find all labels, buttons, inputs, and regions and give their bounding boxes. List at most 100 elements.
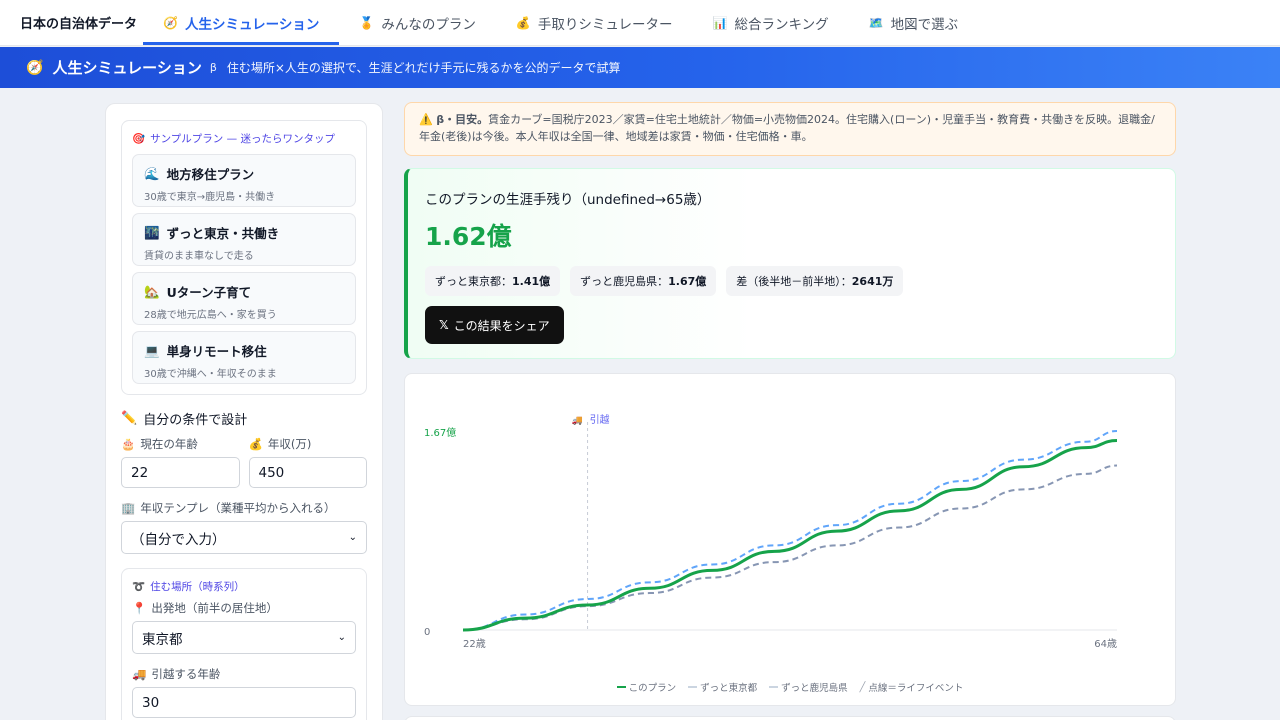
income-template-select[interactable]: （自分で入力） ⌄ (121, 521, 367, 554)
sample-plan-solo-remote[interactable]: 💻 単身リモート移住 30歳で沖縄へ・年収そのまま (132, 331, 356, 384)
wave-icon: 🌊 (144, 165, 160, 181)
money-bag-icon: 💰 (248, 437, 263, 451)
move-age-input[interactable] (132, 687, 356, 718)
residence-timeline: ➰ 住む場所（時系列） 📍 出発地（前半の居住地） 東京都 ⌄ 🚚 引越する年齢 (121, 568, 367, 720)
cake-icon: 🎂 (121, 437, 136, 451)
label-text: 年収テンプレ（業種平均から入れる） (140, 501, 336, 515)
tab-label: 人生シミュレーション (184, 16, 320, 33)
plan-title: 単身リモート移住 (166, 344, 267, 359)
series-line-2 (462, 430, 1118, 631)
data-notice: ⚠️ β・目安。賃金カーブ=国税庁2023／家賃=住宅土地統計／物価=小売物価2… (404, 102, 1176, 156)
pin-icon: 📍 (132, 601, 147, 615)
curly-loop-icon: ➰ (132, 581, 146, 593)
page-subtitle: 住む場所×人生の選択で、生涯どれだけ手元に残るかを公的データで試算 (226, 61, 621, 75)
timeline-title: 住む場所（時系列） (150, 581, 245, 593)
house-icon: 🏡 (144, 283, 160, 299)
target-icon: 🎯 (132, 133, 146, 145)
legend-item-life-event: ╱ 点線＝ライフイベント (860, 680, 964, 695)
sample-plan-tokyo-dual-income[interactable]: 🌃 ずっと東京・共働き 賃貸のまま車なしで走る (132, 213, 356, 266)
chip-label: ずっと東京都： (435, 275, 512, 288)
top-nav: 日本の自治体データ 🧭 人生シミュレーション 🏅 みんなのプラン 💰 手取りシミ… (0, 0, 1280, 46)
tab-everyones-plans[interactable]: 🏅 みんなのプラン (339, 0, 495, 45)
select-value: （自分で入力） (131, 531, 226, 548)
lifetime-chart-card: 1.67億 0 22歳 64歳 🚚 引越 このプラン ずっと東京都 ずっと鹿児島… (404, 373, 1176, 706)
legend-label: ずっと鹿児島県 (781, 683, 848, 694)
chevron-down-icon: ⌄ (337, 632, 346, 643)
age-input[interactable] (121, 457, 240, 488)
page-banner: 🧭 人生シミュレーション β 住む場所×人生の選択で、生涯どれだけ手元に残るかを… (0, 47, 1280, 88)
brand-title[interactable]: 日本の自治体データ (0, 0, 143, 45)
settings-panel: 🎯 サンプルプラン — 迷ったらワンタップ 🌊 地方移住プラン 30歳で東京→鹿… (105, 103, 383, 720)
tab-label: みんなのプラン (381, 16, 476, 33)
office-building-icon: 🏢 (121, 501, 136, 515)
tab-label: 総合ランキング (734, 16, 829, 33)
chip-label: 差（後半地－前半地）： (736, 275, 852, 288)
tab-map-select[interactable]: 🗺️ 地図で選ぶ (849, 0, 978, 45)
plan-title: Uターン子育て (166, 285, 252, 300)
legend-label: このプラン (628, 683, 677, 694)
lifetime-chart: 1.67億 0 22歳 64歳 🚚 引越 (424, 413, 1118, 650)
sample-plans-heading: 🎯 サンプルプラン — 迷ったらワンタップ (132, 131, 356, 146)
bar-chart-icon: 📊 (712, 15, 728, 30)
income-input[interactable] (248, 457, 367, 488)
medal-icon: 🏅 (359, 15, 375, 30)
legend-label: 点線＝ライフイベント (868, 683, 964, 694)
money-bag-icon: 💰 (515, 15, 531, 30)
legend-swatch (769, 686, 779, 688)
plan-description: 30歳で沖縄へ・年収そのまま (144, 369, 277, 380)
lifetime-net-value: 1.62億 (425, 222, 512, 251)
age-label: 🎂 現在の年齢 (121, 436, 240, 452)
y-max-label: 1.67億 (424, 426, 456, 439)
sample-plan-u-turn[interactable]: 🏡 Uターン子育て 28歳で地元広島へ・家を買う (132, 272, 356, 325)
notice-text: 賃金カーブ=国税庁2023／家賃=住宅土地統計／物価=小売物価2024。住宅購入… (419, 113, 1155, 143)
truck-icon: 🚚 (572, 416, 583, 426)
plan-description: 28歳で地元広島へ・家を買う (144, 310, 277, 321)
plan-title-row: 🌃 ずっと東京・共働き (144, 223, 344, 242)
plan-description: 賃貸のまま車なしで走る (144, 251, 254, 262)
share-label: この結果をシェア (453, 318, 550, 333)
custom-design-heading: ✏️ 自分の条件で設計 (121, 409, 367, 428)
plan-title-row: 🌊 地方移住プラン (144, 164, 344, 183)
legend-item-stay-kagoshima: ずっと鹿児島県 (769, 680, 848, 694)
legend-label: ずっと東京都 (700, 683, 758, 694)
chip-stay-kagoshima: ずっと鹿児島県：1.67億 (570, 266, 717, 296)
label-text: 年収(万) (267, 437, 312, 451)
chip-difference: 差（後半地－前半地）：2641万 (726, 266, 904, 296)
truck-icon: 🚚 (132, 667, 147, 681)
legend-item-stay-tokyo: ずっと東京都 (688, 680, 757, 694)
legend-swatch (688, 686, 698, 688)
chart-legend: このプラン ずっと東京都 ずっと鹿児島県 ╱ 点線＝ライフイベント (405, 680, 1175, 694)
warning-icon: ⚠️ (419, 113, 433, 126)
label-text: 引越する年齢 (151, 667, 221, 681)
origin-prefecture-select[interactable]: 東京都 ⌄ (132, 621, 356, 654)
compass-icon: 🧭 (26, 59, 44, 76)
compass-icon: 🧭 (163, 15, 178, 30)
label-text: 出発地（前半の居住地） (151, 601, 278, 615)
chip-value: 2641万 (851, 275, 894, 288)
sample-plan-rural-move[interactable]: 🌊 地方移住プラン 30歳で東京→鹿児島・共働き (132, 154, 356, 207)
series-line-0 (462, 439, 1118, 632)
tab-overall-ranking[interactable]: 📊 総合ランキング (693, 0, 849, 45)
income-template-label: 🏢 年収テンプレ（業種平均から入れる） (121, 500, 367, 516)
plan-title-row: 💻 単身リモート移住 (144, 341, 344, 360)
section-title: 自分の条件で設計 (143, 413, 248, 428)
plan-title: 地方移住プラン (166, 167, 255, 182)
select-value: 東京都 (142, 631, 183, 648)
tab-label: 手取りシミュレーター (537, 16, 673, 33)
tab-takehome-simulator[interactable]: 💰 手取りシミュレーター (496, 0, 693, 45)
residence-timeline-heading: ➰ 住む場所（時系列） (132, 579, 356, 594)
laptop-icon: 💻 (144, 342, 160, 358)
tab-life-simulation[interactable]: 🧭 人生シミュレーション (143, 0, 340, 45)
sample-plans-title: サンプルプラン — 迷ったらワンタップ (150, 133, 335, 145)
result-card: このプランの生涯手残り（undefined→65歳） 1.62億 ずっと東京都：… (404, 168, 1176, 359)
legend-swatch (616, 686, 626, 688)
page-title: 人生シミュレーション (52, 59, 202, 77)
share-on-x-button[interactable]: 𝕏 この結果をシェア (425, 306, 564, 344)
sample-plans: 🎯 サンプルプラン — 迷ったらワンタップ 🌊 地方移住プラン 30歳で東京→鹿… (121, 120, 367, 395)
notice-lead: β・目安。 (436, 113, 489, 126)
plan-title: ずっと東京・共働き (166, 226, 280, 241)
chip-label: ずっと鹿児島県： (580, 275, 669, 288)
plan-description: 30歳で東京→鹿児島・共働き (144, 192, 276, 203)
move-age-label: 🚚 引越する年齢 (132, 666, 356, 682)
result-title: このプランの生涯手残り（undefined→65歳） (425, 192, 711, 208)
